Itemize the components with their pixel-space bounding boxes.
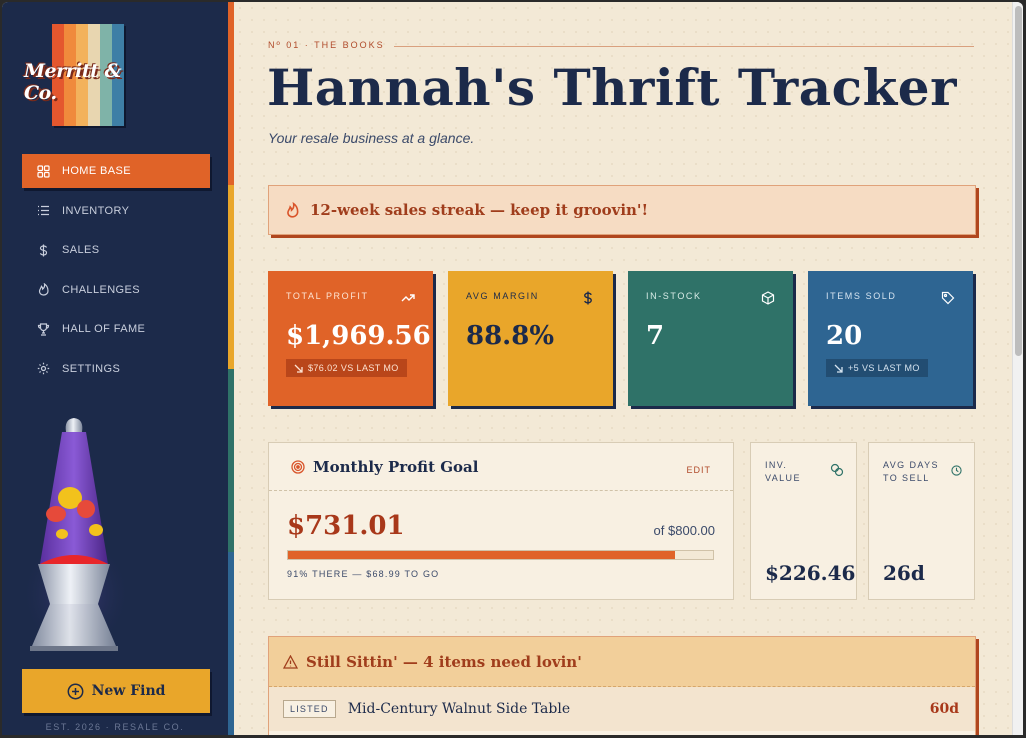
streak-banner: 12-week sales streak — keep it groovin'! [268,185,976,235]
gear-icon [36,362,50,376]
stat-card-items-sold: ITEMS SOLD 20 +5 VS LAST MO [808,271,973,406]
stale-items-title: Still Sittin' — 4 items need lovin' [306,652,582,671]
main-content: Nº 01 · THE BOOKS Hannah's Thrift Tracke… [234,2,1012,735]
list-icon [36,204,50,218]
mini-card-inv-value: INV. VALUE $226.46 [750,442,857,600]
sidebar-item-label: CHALLENGES [62,283,140,296]
flame-icon [36,283,50,297]
new-find-button[interactable]: New Find [22,669,210,713]
item-name: Mid-Century Walnut Side Table [347,701,571,717]
sidebar-item-inventory[interactable]: INVENTORY [22,194,210,228]
goal-amount: $731.01 [287,511,405,541]
dollar-icon [581,291,595,305]
stale-items-panel: Still Sittin' — 4 items need lovin' LIST… [268,636,976,735]
kicker-divider [394,46,974,47]
mini-card-avg-days: AVG DAYS TO SELL 26d [868,442,975,600]
box-icon [761,291,775,305]
goal-edit-link[interactable]: EDIT [686,465,711,475]
sidebar-item-home-base[interactable]: HOME BASE [22,154,210,188]
stat-card-in-stock: IN-STOCK 7 [628,271,793,406]
page-kicker: Nº 01 · THE BOOKS [268,40,385,50]
sidebar-item-label: SETTINGS [62,362,121,375]
stat-value: 20 [826,321,863,351]
mini-value: 26d [883,561,925,585]
dashboard-icon [36,164,50,178]
stat-label: IN-STOCK [646,291,702,301]
goal-title: Monthly Profit Goal [313,457,479,476]
stat-value: $1,969.56 [286,321,431,351]
sidebar-item-hall-of-fame[interactable]: HALL OF FAME [22,312,210,346]
plus-circle-icon [67,683,84,700]
flame-icon [285,202,300,218]
stat-value: 7 [646,321,665,351]
stat-label: TOTAL PROFIT [286,291,369,301]
item-days: 60d [929,701,959,717]
sidebar-item-sales[interactable]: SALES [22,233,210,267]
clock-icon [951,463,962,481]
page-subtitle: Your resale business at a glance. [268,130,475,146]
brand-logo-text: Merritt & Co. [24,60,122,104]
goal-note: 91% THERE — $68.99 TO GO [287,569,440,579]
list-item[interactable]: LISTED Mid-Century Walnut Side Table 60d [269,687,975,731]
stat-card-total-profit: TOTAL PROFIT $1,969.56 $76.02 VS LAST MO [268,271,433,406]
stat-badge-text: $76.02 VS LAST MO [308,363,399,373]
stat-badge: $76.02 VS LAST MO [286,359,407,377]
brand-tagline: EST. 2026 · RESALE CO. [45,722,185,732]
mini-label: INV. VALUE [765,460,801,483]
dollar-icon [36,243,50,257]
tag-icon [941,291,955,305]
stat-value: 88.8% [466,321,555,351]
mini-label: AVG DAYS TO SELL [883,460,939,483]
scrollbar[interactable] [1012,2,1023,735]
app-window: Merritt & Co. HOME BASE INVENTORY SALES [2,2,1023,735]
trend-up-icon [401,291,415,305]
sidebar-item-label: HOME BASE [62,165,132,177]
target-icon [291,459,305,474]
coins-icon [830,463,844,482]
sidebar-item-label: HALL OF FAME [62,323,146,335]
streak-text: 12-week sales streak — keep it groovin'! [310,201,649,219]
arrow-down-right-icon [834,364,843,373]
monthly-goal-card: Monthly Profit Goal EDIT $731.01 of $800… [268,442,734,600]
arrow-down-right-icon [294,364,303,373]
stat-card-avg-margin: AVG MARGIN 88.8% [448,271,613,406]
page-title: Hannah's Thrift Tracker [267,58,957,117]
goal-progress-bar [287,550,714,560]
stat-badge-text: +5 VS LAST MO [848,363,920,373]
mini-value: $226.46 [765,561,856,585]
status-badge: LISTED [283,700,336,718]
goal-header: Monthly Profit Goal [269,443,733,491]
warning-icon [283,654,298,669]
sidebar: Merritt & Co. HOME BASE INVENTORY SALES [2,2,228,735]
sidebar-nav: HOME BASE INVENTORY SALES CHALLENGES HAL… [22,154,210,391]
trophy-icon [36,322,50,336]
stat-label: ITEMS SOLD [826,291,897,301]
stat-label: AVG MARGIN [466,291,539,301]
scrollbar-thumb[interactable] [1015,6,1022,356]
lava-lamp-illustration [26,418,126,654]
goal-target: of $800.00 [653,523,715,538]
sidebar-item-challenges[interactable]: CHALLENGES [22,273,210,307]
stale-items-header: Still Sittin' — 4 items need lovin' [269,637,975,687]
stat-badge: +5 VS LAST MO [826,359,928,377]
sidebar-item-label: INVENTORY [62,204,130,217]
sidebar-item-settings[interactable]: SETTINGS [22,352,210,386]
goal-progress-fill [288,551,675,559]
new-find-label: New Find [91,683,166,699]
sidebar-item-label: SALES [62,244,100,256]
